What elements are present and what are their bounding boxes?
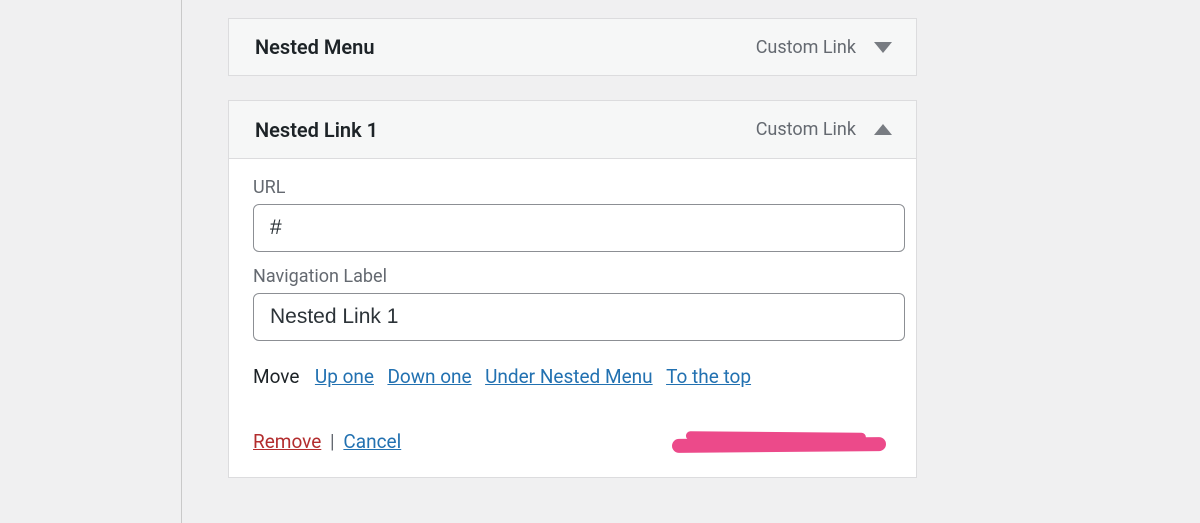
navigation-label-label: Navigation Label [253,266,892,287]
chevron-down-icon[interactable] [874,42,892,53]
menu-item-settings: URL Navigation Label Move Up one Down on… [229,159,916,477]
menu-item-type-area: Custom Link [756,37,892,58]
remove-link[interactable]: Remove [253,430,321,453]
move-to-top-link[interactable]: To the top [666,365,751,388]
menu-item-nested-menu: Nested Menu Custom Link [228,18,917,76]
menu-item-type-area: Custom Link [756,119,892,140]
menu-item-title: Nested Link 1 [255,118,378,142]
menu-item-type-label: Custom Link [756,119,856,140]
item-actions-row: Remove | Cancel [253,430,892,453]
menu-item-header[interactable]: Nested Link 1 Custom Link [229,101,916,159]
url-label: URL [253,177,892,198]
move-up-one-link[interactable]: Up one [315,365,374,388]
menu-editor-content: Nested Menu Custom Link Nested Link 1 Cu… [182,0,1200,523]
cancel-link[interactable]: Cancel [343,430,401,453]
url-input[interactable] [253,204,905,252]
menu-item-header[interactable]: Nested Menu Custom Link [229,19,916,75]
move-label: Move [253,365,299,388]
left-sidebar-gutter [0,0,182,523]
move-under-parent-link[interactable]: Under Nested Menu [485,365,653,388]
separator: | [326,430,339,453]
move-row: Move Up one Down one Under Nested Menu T… [253,365,892,388]
chevron-up-icon[interactable] [874,124,892,135]
move-down-one-link[interactable]: Down one [387,365,471,388]
menu-item-type-label: Custom Link [756,37,856,58]
menu-item-nested-link-1: Nested Link 1 Custom Link URL Navigation… [228,100,917,478]
navigation-label-input[interactable] [253,293,905,341]
menu-item-title: Nested Menu [255,35,375,59]
